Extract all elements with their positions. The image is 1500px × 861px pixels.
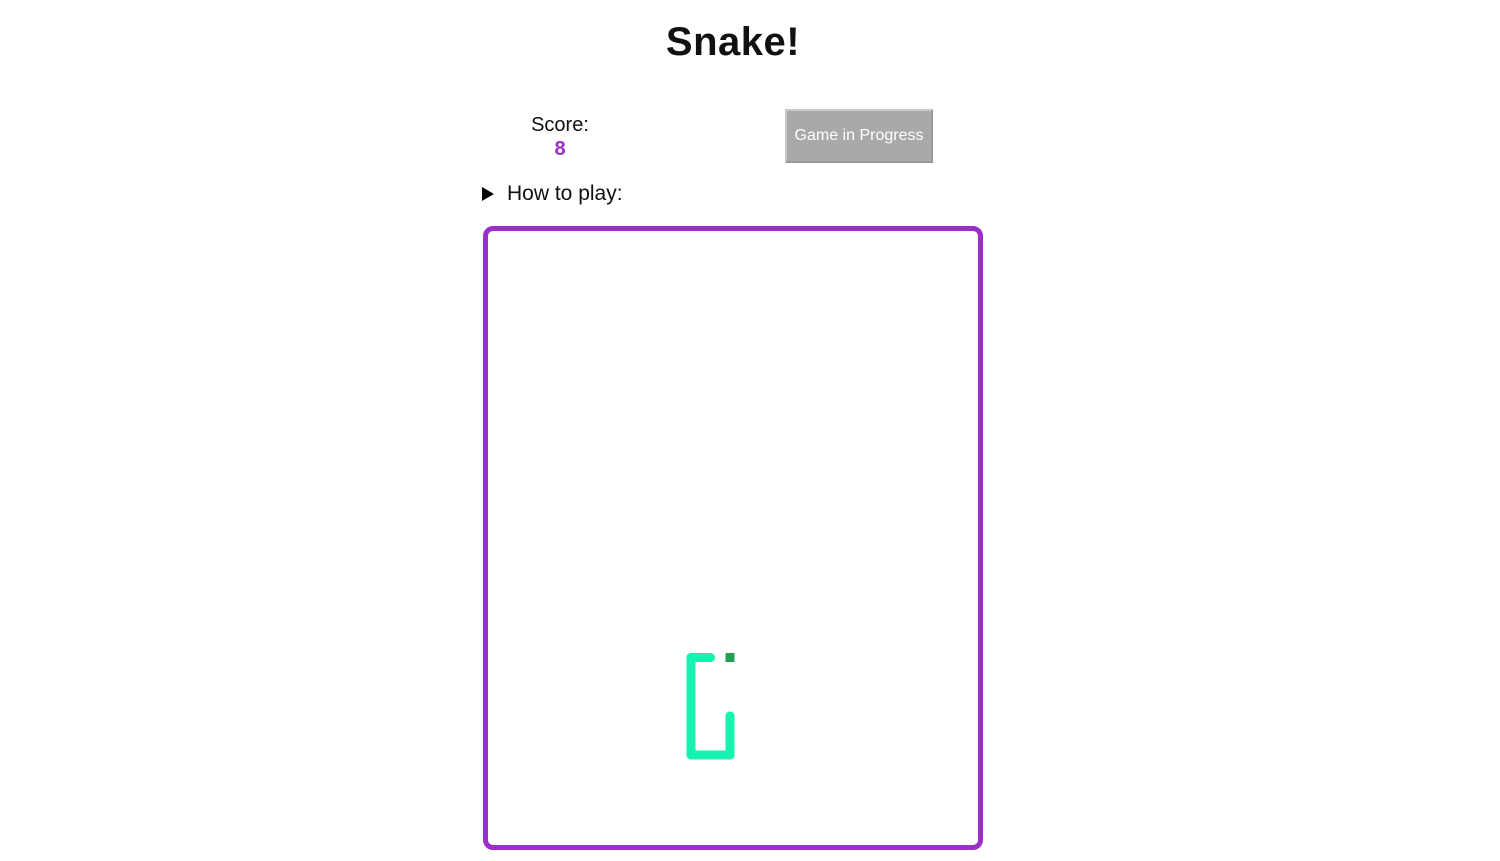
- score-value: 8: [554, 138, 566, 160]
- snake-segment: [725, 711, 735, 721]
- disclosure-triangle-icon: [482, 187, 494, 201]
- game-status-button[interactable]: Game in Progress: [785, 109, 933, 163]
- game-board-canvas: [686, 653, 735, 760]
- snake-segment: [706, 750, 715, 760]
- snake-body: [686, 653, 735, 760]
- snake-segment: [686, 653, 696, 662]
- snake-segment: [686, 672, 696, 682]
- snake-segment: [725, 731, 735, 740]
- snake-segment: [686, 711, 696, 721]
- score-display: Score: 8: [500, 113, 620, 161]
- game-board[interactable]: [483, 226, 983, 850]
- snake-head: [706, 653, 715, 662]
- food-pellet: [725, 653, 735, 662]
- how-to-play-toggle[interactable]: How to play:: [482, 180, 623, 208]
- how-to-play-label: How to play:: [507, 182, 623, 205]
- snake-game-page: Snake! Score: 8 Game in Progress How to …: [0, 0, 1500, 861]
- page-title: Snake!: [665, 20, 801, 64]
- score-label: Score:: [531, 114, 589, 136]
- snake-segment: [686, 731, 696, 740]
- snake-segment: [686, 750, 696, 760]
- snake-segment: [686, 692, 696, 701]
- snake-segment: [725, 750, 735, 760]
